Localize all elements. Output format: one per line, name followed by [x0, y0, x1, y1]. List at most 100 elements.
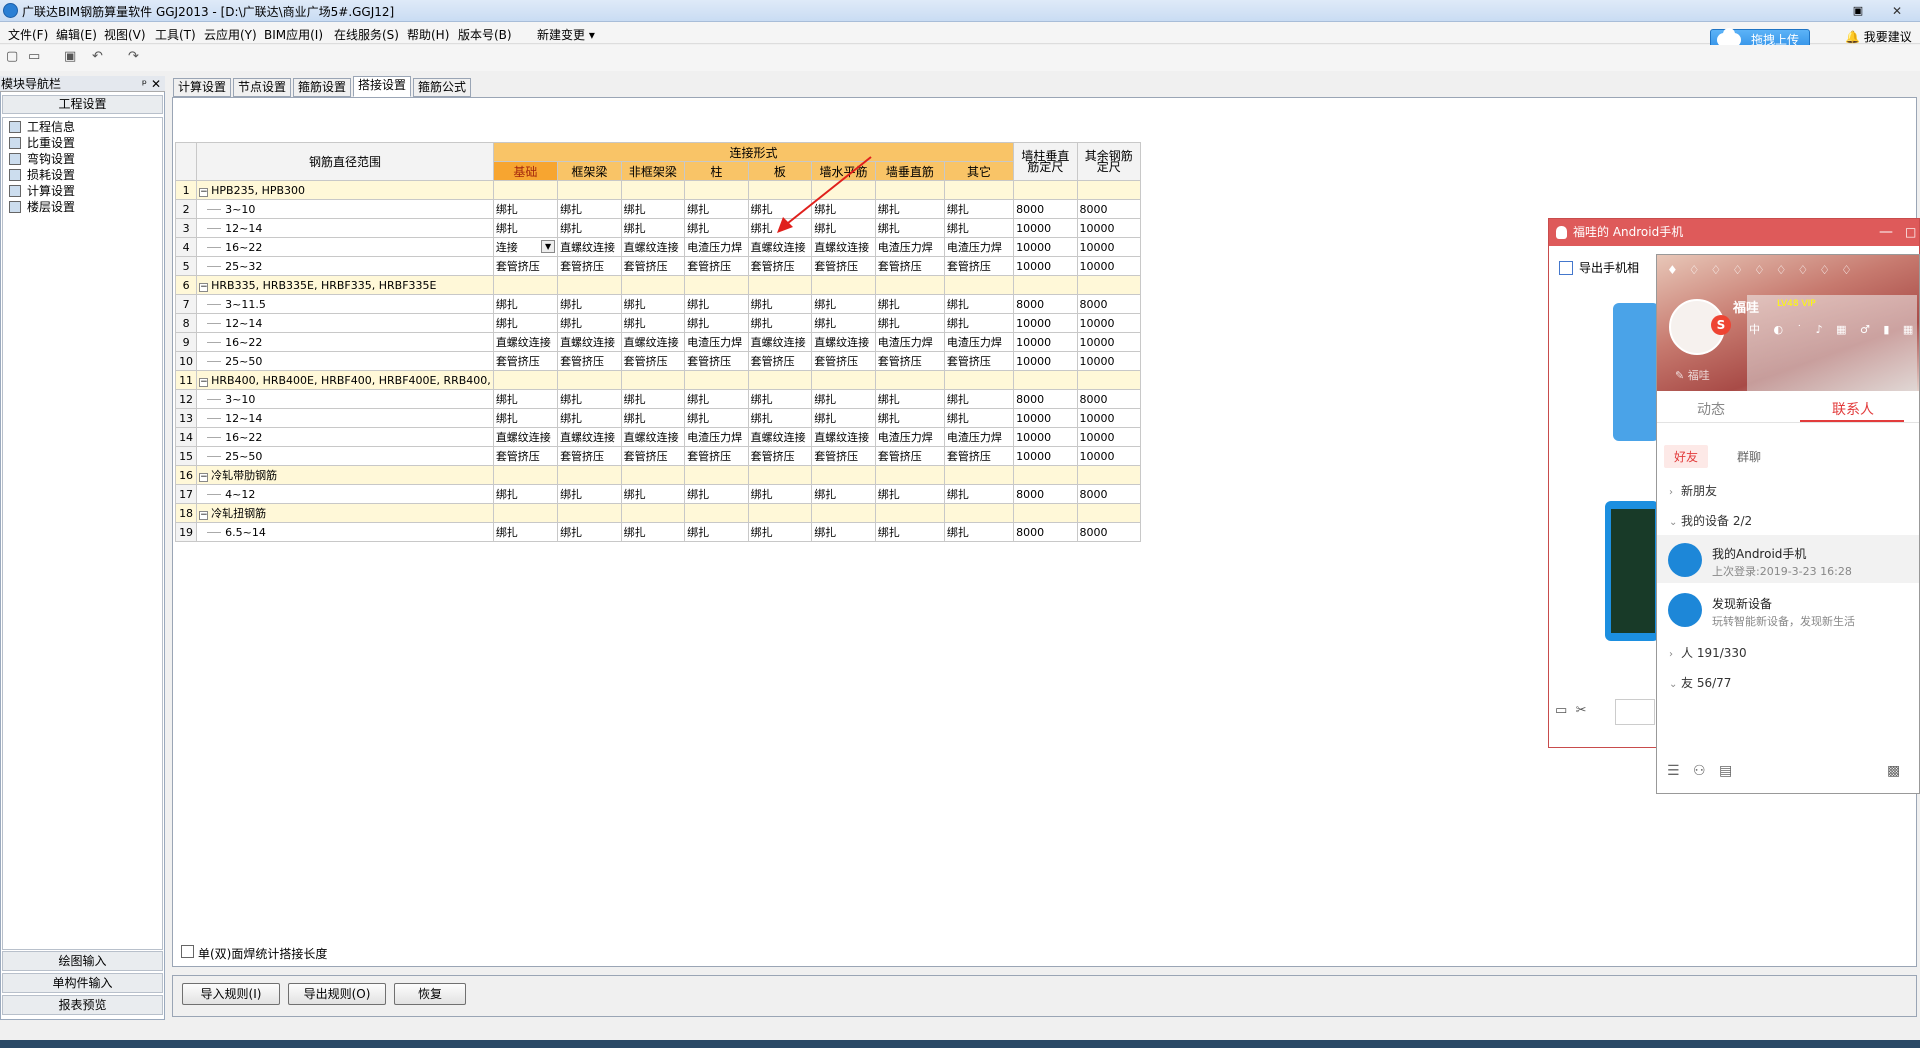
nav-close-icon[interactable]: ✕ [151, 76, 161, 92]
tab-node[interactable]: 节点设置 [233, 78, 291, 97]
table-row[interactable]: 9 16~22 直螺纹连接 直螺纹连接 直螺纹连接 电渣压力焊 直螺纹连接 直螺纹连接 电渣压力… [174, 332, 1142, 352]
other-length-cell[interactable]: 8000 [1076, 389, 1142, 409]
method-cell[interactable]: 绑扎 [620, 389, 686, 409]
table-row[interactable]: 1− HPB235, HPB300 [174, 180, 1142, 200]
table-row[interactable]: 4 16~22 ▼ 连接 直螺纹连接 直螺纹连接 电渣压力焊 直螺纹连接 直螺纹连接 电渣压力焊电… [174, 237, 1142, 257]
method-cell[interactable]: 电渣压力焊 [943, 427, 1015, 447]
method-cell[interactable]: 直螺纹连接 [620, 332, 686, 352]
nav-item-calc[interactable]: 计算设置 [9, 183, 75, 199]
method-cell[interactable]: 绑扎 [747, 218, 813, 238]
range-cell[interactable]: 3~10 [196, 389, 494, 409]
tab-lap[interactable]: 搭接设置 [353, 76, 411, 97]
method-cell[interactable]: 绑扎 [684, 294, 749, 314]
method-cell[interactable]: 电渣压力焊 [684, 427, 749, 447]
row-number[interactable]: 13 [174, 408, 198, 428]
wall-length-cell[interactable]: 8000 [1013, 484, 1078, 504]
wall-length-cell[interactable] [1013, 275, 1078, 295]
export-photo-label[interactable]: 导出手机相 [1579, 261, 1639, 275]
method-cell[interactable]: 直螺纹连接 [811, 332, 876, 352]
table-row[interactable]: 5 25~32 套管挤压 套管挤压 套管挤压 套管挤压 套管挤压 套管挤压 套管挤压 套管挤压 10… [174, 256, 1142, 276]
collapse-icon[interactable]: − [199, 511, 209, 520]
method-cell[interactable]: 套管挤压 [492, 446, 559, 466]
row-number[interactable]: 16 [174, 465, 198, 485]
method-cell[interactable]: 套管挤压 [747, 351, 813, 371]
method-cell[interactable]: 直螺纹连接 [557, 237, 622, 257]
nav-item-hook[interactable]: 弯钩设置 [9, 151, 75, 167]
method-cell[interactable]: 绑扎 [943, 294, 1015, 314]
method-cell[interactable]: 套管挤压 [620, 351, 686, 371]
method-cell[interactable]: 直螺纹连接 [811, 427, 876, 447]
method-cell[interactable]: 绑扎 [620, 484, 686, 504]
method-cell[interactable]: 绑扎 [874, 408, 945, 428]
method-cell[interactable] [620, 370, 686, 390]
method-cell[interactable]: 绑扎 [874, 218, 945, 238]
method-cell[interactable] [811, 180, 876, 200]
method-cell[interactable]: 直螺纹连接 [811, 237, 876, 257]
method-cell[interactable]: 绑扎 [557, 522, 622, 542]
method-cell[interactable]: 绑扎 [811, 218, 876, 238]
method-cell[interactable] [747, 275, 813, 295]
method-cell[interactable]: 绑扎 [557, 218, 622, 238]
table-row[interactable]: 6− HRB335, HRB335E, HRBF335, HRBF335E [174, 275, 1142, 295]
method-cell[interactable]: 绑扎 [943, 313, 1015, 333]
range-cell[interactable]: − 冷轧扭钢筋 [196, 503, 494, 523]
method-cell[interactable] [943, 465, 1015, 485]
method-cell[interactable]: 电渣压力焊 [874, 332, 945, 352]
range-cell[interactable]: 25~50 [196, 446, 494, 466]
method-cell[interactable]: 套管挤压 [811, 446, 876, 466]
dropdown-arrow-icon[interactable]: ▼ [541, 240, 556, 253]
method-cell[interactable]: 绑扎 [747, 484, 813, 504]
open-folder-icon[interactable]: ▭ [28, 50, 42, 64]
collapse-icon[interactable]: − [199, 473, 209, 482]
range-cell[interactable]: 16~22 [196, 237, 494, 257]
redo-icon[interactable]: ↷ [128, 50, 142, 64]
method-cell[interactable]: 绑扎 [747, 408, 813, 428]
range-cell[interactable]: 6.5~14 [196, 522, 494, 542]
method-cell[interactable]: 直螺纹连接 [492, 427, 559, 447]
method-cell[interactable]: 直螺纹连接 [557, 332, 622, 352]
method-cell[interactable]: 绑扎 [684, 522, 749, 542]
method-cell[interactable] [811, 465, 876, 485]
range-cell[interactable]: 16~22 [196, 332, 494, 352]
wall-length-cell[interactable]: 10000 [1013, 256, 1078, 276]
method-cell[interactable]: 套管挤压 [943, 256, 1015, 276]
other-length-cell[interactable]: 10000 [1076, 332, 1142, 352]
signature[interactable]: ✎ 福哇 [1675, 367, 1710, 383]
menu-tools[interactable]: 工具(T) [155, 26, 196, 43]
method-cell[interactable]: 直螺纹连接 [620, 237, 686, 257]
method-cell[interactable] [874, 370, 945, 390]
menu-file[interactable]: 文件(F) [8, 26, 48, 43]
method-cell[interactable]: 绑扎 [811, 408, 876, 428]
method-cell[interactable] [874, 275, 945, 295]
method-cell[interactable]: 电渣压力焊 [943, 237, 1015, 257]
row-number[interactable]: 14 [174, 427, 198, 447]
range-cell[interactable]: − 冷轧带肋钢筋 [196, 465, 494, 485]
method-cell[interactable] [492, 275, 559, 295]
method-cell[interactable] [811, 275, 876, 295]
method-cell[interactable] [620, 503, 686, 523]
row-number[interactable]: 12 [174, 389, 198, 409]
method-cell[interactable]: 绑扎 [620, 408, 686, 428]
method-cell[interactable]: 绑扎 [747, 522, 813, 542]
method-cell[interactable] [874, 503, 945, 523]
other-length-cell[interactable]: 10000 [1076, 237, 1142, 257]
method-cell[interactable] [557, 180, 622, 200]
range-cell[interactable]: − HPB235, HPB300 [196, 180, 494, 200]
method-cell[interactable]: 直螺纹连接 [492, 332, 559, 352]
row-number[interactable]: 17 [174, 484, 198, 504]
method-cell[interactable]: 绑扎 [811, 389, 876, 409]
method-cell[interactable] [620, 275, 686, 295]
screenshot-thumbnail[interactable] [1613, 303, 1659, 441]
table-row[interactable]: 19 6.5~14 绑扎 绑扎 绑扎 绑扎 绑扎 绑扎 绑扎 绑扎 8000 8000 [174, 522, 1142, 542]
table-row[interactable]: 14 16~22 直螺纹连接 直螺纹连接 直螺纹连接 电渣压力焊 直螺纹连接 直螺纹连接 电渣压… [174, 427, 1142, 447]
method-cell[interactable]: 绑扎 [874, 294, 945, 314]
method-cell[interactable]: 绑扎 [747, 313, 813, 333]
collapse-icon[interactable]: − [199, 187, 209, 197]
screenshot-thumbnail[interactable] [1605, 501, 1659, 641]
row-number[interactable]: 8 [174, 313, 198, 333]
table-row[interactable]: 13 12~14 绑扎 绑扎 绑扎 绑扎 绑扎 绑扎 绑扎 绑扎 10000 10000 [174, 408, 1142, 428]
method-cell[interactable]: 绑扎 [684, 484, 749, 504]
subtab-friends[interactable]: 好友 [1664, 445, 1709, 468]
method-cell[interactable]: 绑扎 [620, 313, 686, 333]
wall-length-cell[interactable]: 10000 [1013, 218, 1078, 238]
